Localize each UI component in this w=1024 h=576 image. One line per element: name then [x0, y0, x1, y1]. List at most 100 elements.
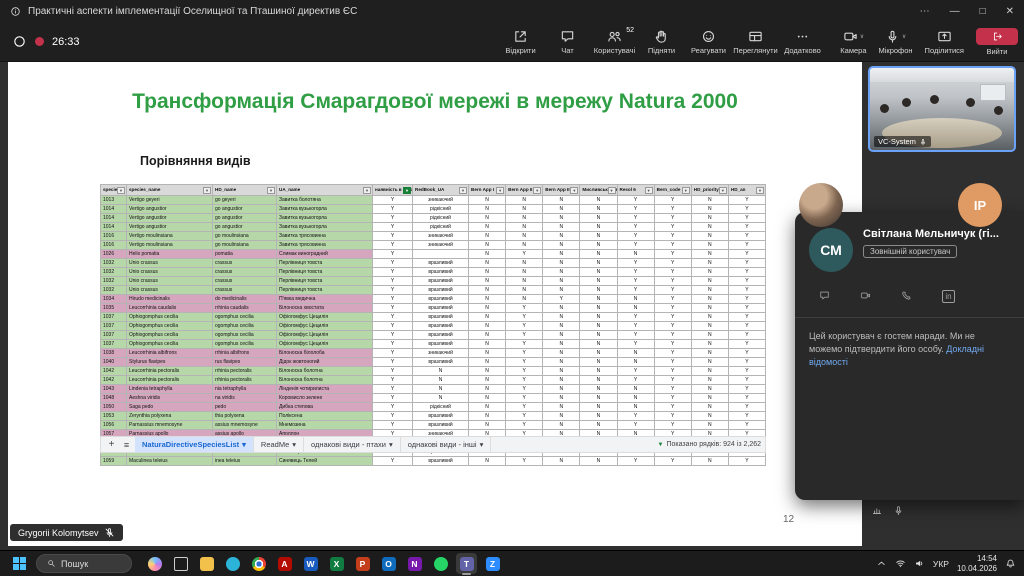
filter-icon[interactable]: ▼ — [645, 187, 653, 194]
sheet-tab[interactable]: NaturaDirectiveSpeciesList▾ — [135, 437, 254, 452]
column-header[interactable]: Bern App II▼ — [506, 185, 543, 196]
table-row[interactable]: 1048Aeshna viridisna viridisКоромисло зе… — [101, 394, 766, 403]
filter-icon[interactable]: ▼ — [533, 187, 541, 194]
filter-icon[interactable]: ▼ — [756, 187, 764, 194]
language-indicator[interactable]: УКР — [933, 559, 949, 569]
participants-button[interactable]: 52 Користувачі — [592, 26, 637, 58]
all-sheets-menu-button[interactable]: ≡ — [120, 440, 133, 450]
start-button[interactable] — [8, 553, 30, 575]
mic-button[interactable]: ∨ Мікрофон — [879, 29, 913, 55]
add-sheet-button[interactable]: + — [105, 439, 118, 450]
table-row[interactable]: 1013Vertigo geyerigo geyeriЗавитка болот… — [101, 196, 766, 205]
column-header[interactable]: HD_an▼ — [728, 185, 765, 196]
tab-menu-icon[interactable]: ▾ — [242, 440, 246, 449]
video-call-icon[interactable] — [860, 290, 871, 301]
raise-hand-button[interactable]: Підняти — [639, 26, 684, 58]
table-row[interactable]: 1014Vertigo angustiorgo angustiorЗавитка… — [101, 205, 766, 214]
mic-chevron-icon[interactable]: ∨ — [902, 33, 906, 40]
taskbar-app-chrome-icon[interactable] — [248, 553, 269, 574]
taskbar-app-teams-icon[interactable]: T — [456, 553, 477, 574]
more-actions-button[interactable]: Додатково — [780, 26, 825, 58]
column-header[interactable]: Bern_code▼ — [654, 185, 691, 196]
leave-button[interactable]: Вийти — [976, 28, 1018, 56]
table-row[interactable]: 1035Leucorrhinia caudalisrrhinia caudali… — [101, 304, 766, 313]
filter-icon[interactable]: ▼ — [403, 187, 411, 194]
taskbar-app-word-icon[interactable]: W — [300, 553, 321, 574]
table-row[interactable]: 1014Vertigo angustiorgo angustiorЗавитка… — [101, 223, 766, 232]
column-header[interactable]: Resol 6▼ — [617, 185, 654, 196]
view-button[interactable]: Переглянути — [733, 26, 778, 58]
taskbar-app-outlook-icon[interactable]: O — [378, 553, 399, 574]
linkedin-icon[interactable]: in — [942, 290, 955, 303]
table-row[interactable]: 1037Ophiogomphus ceciliaogomphus cecilia… — [101, 313, 766, 322]
filter-icon[interactable]: ▼ — [267, 187, 275, 194]
camera-button[interactable]: ∨ Камера — [840, 29, 866, 55]
taskbar-app-powerpoint-icon[interactable]: P — [352, 553, 373, 574]
taskbar-app-copilot-icon[interactable] — [144, 553, 165, 574]
table-row[interactable]: 1014Vertigo angustiorgo angustiorЗавитка… — [101, 214, 766, 223]
sheet-tab[interactable]: ReadMe▾ — [254, 437, 304, 452]
phone-icon[interactable] — [901, 290, 912, 301]
taskbar-search[interactable]: Пошук — [36, 554, 132, 573]
table-row[interactable]: 1040Stylurus flavipesrus flavipesДідок ж… — [101, 358, 766, 367]
filter-icon[interactable]: ▼ — [459, 187, 467, 194]
filter-icon[interactable]: ▼ — [682, 187, 690, 194]
table-row[interactable]: 1043Lindenia tetraphyllania tetraphyllaЛ… — [101, 385, 766, 394]
table-row[interactable]: 1032Unio crassuscrassusПерлівниця товста… — [101, 259, 766, 268]
notifications-bell-icon[interactable] — [1005, 558, 1016, 569]
table-row[interactable]: 1016Vertigo moulinsianago moulinsianaЗав… — [101, 232, 766, 241]
filter-icon[interactable]: ▼ — [570, 187, 578, 194]
minimize-button[interactable]: — — [950, 6, 960, 17]
participant-video-avatar[interactable] — [799, 183, 843, 227]
table-row[interactable]: 1050Saga pedopedoДибка степоваYрідкісний… — [101, 403, 766, 412]
chat-icon[interactable] — [819, 290, 830, 301]
volume-icon[interactable] — [914, 558, 925, 569]
taskbar-app-file-explorer-icon[interactable] — [196, 553, 217, 574]
filter-icon[interactable]: ▼ — [203, 187, 211, 194]
filter-icon[interactable]: ▼ — [608, 187, 616, 194]
taskbar-app-onenote-icon[interactable]: N — [404, 553, 425, 574]
table-row[interactable]: 1032Unio crassuscrassusПерлівниця товста… — [101, 286, 766, 295]
taskbar-app-excel-icon[interactable]: X — [326, 553, 347, 574]
room-video-tile[interactable]: VC-System — [868, 66, 1016, 152]
column-header[interactable]: RedBook_UA▼ — [413, 185, 469, 196]
camera-chevron-icon[interactable]: ∨ — [860, 33, 864, 40]
tab-menu-icon[interactable]: ▾ — [389, 440, 393, 449]
column-header[interactable]: HD_priority▼ — [691, 185, 728, 196]
filter-icon[interactable]: ▼ — [719, 187, 727, 194]
tray-chevron-up-icon[interactable] — [876, 558, 887, 569]
filter-icon[interactable]: ▼ — [363, 187, 371, 194]
table-row[interactable]: 1038Leucorrhinia albifronsrrhinia albifr… — [101, 349, 766, 358]
tile-mic-icon[interactable] — [893, 505, 904, 516]
column-header[interactable]: Мисливський вид▼ — [580, 185, 617, 196]
react-button[interactable]: Реагувати — [686, 26, 731, 58]
table-row[interactable]: 1042Leucorrhinia pectoralisrrhinia pecto… — [101, 367, 766, 376]
column-header[interactable]: species▼ — [101, 185, 127, 196]
column-header[interactable]: наявність в Україні▼ — [373, 185, 413, 196]
taskbar-app-acrobat-icon[interactable]: A — [274, 553, 295, 574]
table-row[interactable]: 1053Zerynthia polyxenathia polyxenaПолік… — [101, 412, 766, 421]
tab-menu-icon[interactable]: ▾ — [292, 440, 296, 449]
table-row[interactable]: 1037Ophiogomphus ceciliaogomphus cecilia… — [101, 331, 766, 340]
table-row[interactable]: 1059Maculinea teleiusinea teleiusСинявец… — [101, 457, 766, 466]
column-header[interactable]: Bern App I▼ — [469, 185, 506, 196]
taskbar-app-edge-icon[interactable] — [222, 553, 243, 574]
sheet-tab[interactable]: однакові види - птахи▾ — [304, 437, 401, 452]
sheet-tab[interactable]: однакові види - інші▾ — [401, 437, 492, 452]
column-header[interactable]: species_name▼ — [127, 185, 213, 196]
column-header[interactable]: Bern App III▼ — [543, 185, 580, 196]
clock[interactable]: 14:54 10.04.2026 — [957, 554, 997, 574]
table-row[interactable]: 1026Helix pomatiapomatiaСлимак виноградн… — [101, 250, 766, 259]
table-row[interactable]: 1037Ophiogomphus ceciliaogomphus cecilia… — [101, 322, 766, 331]
table-row[interactable]: 1032Unio crassuscrassusПерлівниця товста… — [101, 268, 766, 277]
more-window-options-button[interactable]: ⋯ — [920, 6, 930, 17]
taskbar-app-task-view-icon[interactable] — [170, 553, 191, 574]
chat-button[interactable]: Чат — [545, 26, 590, 58]
column-header[interactable]: UA_name▼ — [277, 185, 373, 196]
table-row[interactable]: 1016Vertigo moulinsianago moulinsianaЗав… — [101, 241, 766, 250]
table-row[interactable]: 1042Leucorrhinia pectoralisrrhinia pecto… — [101, 376, 766, 385]
stats-icon[interactable] — [872, 505, 883, 516]
taskbar-app-whatsapp-icon[interactable] — [430, 553, 451, 574]
taskbar-app-zoom-icon[interactable]: Z — [482, 553, 503, 574]
table-row[interactable]: 1037Ophiogomphus ceciliaogomphus cecilia… — [101, 340, 766, 349]
